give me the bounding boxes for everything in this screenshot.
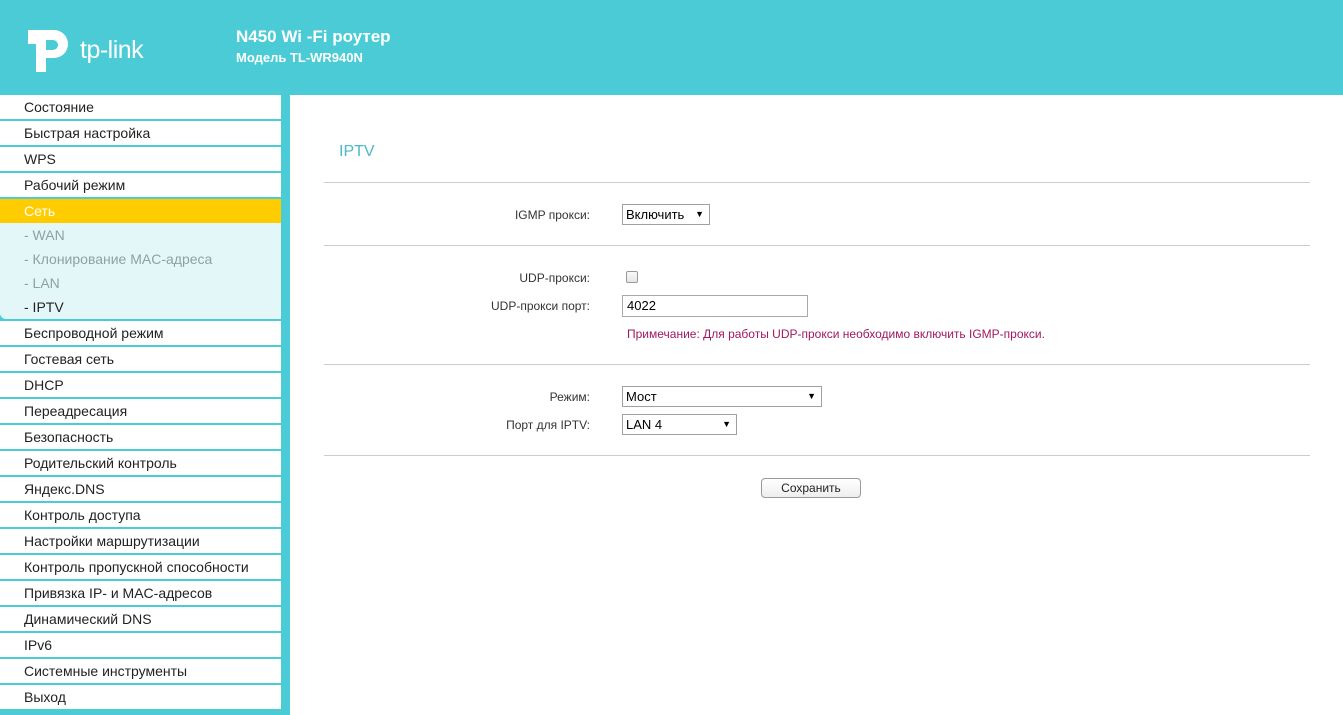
sidebar-submenu: - WAN - Клонирование MAC-адреса - LAN - IPT… (0, 223, 281, 319)
udp-proxy-label: UDP-прокси: (519, 271, 590, 285)
sidebar-item[interactable]: Рабочий режим (0, 173, 281, 197)
header: tp-link N450 Wi -Fi роутер Модель TL-WR9… (0, 0, 1343, 95)
page-title: IPTV (339, 143, 375, 160)
sidebar-item[interactable]: Безопасность (0, 425, 281, 449)
iptv-port-select[interactable]: LAN 4 ▼ (622, 414, 737, 435)
udp-proxy-port-input[interactable]: 4022 (622, 295, 808, 317)
divider (324, 182, 1310, 183)
chevron-down-icon: ▼ (695, 209, 704, 219)
sidebar-subitem[interactable]: - IPTV (0, 295, 281, 319)
sidebar-subitem[interactable]: - WAN (0, 223, 281, 247)
router-model: Модель TL-WR940N (236, 50, 363, 65)
sidebar-item[interactable]: Беспроводной режим (0, 321, 281, 345)
sidebar: Состояние Быстрая настройка WPS Рабочий реж… (0, 95, 290, 715)
sidebar-item[interactable]: Переадресация (0, 399, 281, 423)
save-button[interactable]: Сохранить (761, 478, 861, 498)
tp-link-logo[interactable]: tp-link (24, 26, 164, 76)
sidebar-item[interactable]: DHCP (0, 373, 281, 397)
sidebar-item[interactable]: Контроль доступа (0, 503, 281, 527)
mode-value: Мост (626, 389, 657, 404)
sidebar-item[interactable]: Быстрая настройка (0, 121, 281, 145)
igmp-proxy-label: IGMP прокси: (514, 208, 590, 222)
sidebar-item[interactable]: Контроль пропускной способности (0, 555, 281, 579)
igmp-proxy-value: Включить (626, 207, 685, 222)
mode-select[interactable]: Мост ▼ (622, 386, 822, 407)
router-title: N450 Wi -Fi роутер (236, 27, 391, 46)
sidebar-item[interactable]: Выход (0, 685, 281, 709)
sidebar-item[interactable]: Системные инструменты (0, 659, 281, 683)
sidebar-item[interactable]: Динамический DNS (0, 607, 281, 631)
sidebar-item[interactable]: Яндекс.DNS (0, 477, 281, 501)
sidebar-item[interactable]: Настройки маршрутизации (0, 529, 281, 553)
mode-label: Режим: (549, 390, 590, 404)
divider (324, 364, 1310, 365)
iptv-port-label: Порт для IPTV: (506, 418, 590, 432)
main-content: IPTV IGMP прокси: Включить ▼ UDP-прокси:… (290, 95, 1343, 715)
chevron-down-icon: ▼ (722, 419, 731, 429)
udp-proxy-checkbox[interactable] (626, 271, 638, 283)
iptv-port-value: LAN 4 (626, 417, 663, 432)
sidebar-item[interactable]: Родительский контроль (0, 451, 281, 475)
udp-proxy-note: Примечание: Для работы UDP-прокси необхо… (627, 327, 1045, 341)
sidebar-item[interactable]: IPv6 (0, 633, 281, 657)
sidebar-subitem[interactable]: - Клонирование MAC-адреса (0, 247, 281, 271)
igmp-proxy-select[interactable]: Включить ▼ (622, 204, 710, 225)
sidebar-item-network[interactable]: Сеть (0, 199, 281, 223)
sidebar-item[interactable]: Привязка IP- и MAC-адресов (0, 581, 281, 605)
chevron-down-icon: ▼ (807, 391, 816, 401)
sidebar-item[interactable]: WPS (0, 147, 281, 171)
sidebar-subitem[interactable]: - LAN (0, 271, 281, 295)
udp-proxy-port-label: UDP-прокси порт: (490, 299, 590, 313)
divider (324, 245, 1310, 246)
sidebar-item[interactable]: Гостевая сеть (0, 347, 281, 371)
sidebar-item[interactable]: Состояние (0, 95, 281, 119)
divider (324, 455, 1310, 456)
tp-link-logo-icon (28, 30, 68, 72)
sidebar-menu: Состояние Быстрая настройка WPS Рабочий реж… (0, 95, 281, 711)
logo-text: tp-link (80, 36, 144, 64)
